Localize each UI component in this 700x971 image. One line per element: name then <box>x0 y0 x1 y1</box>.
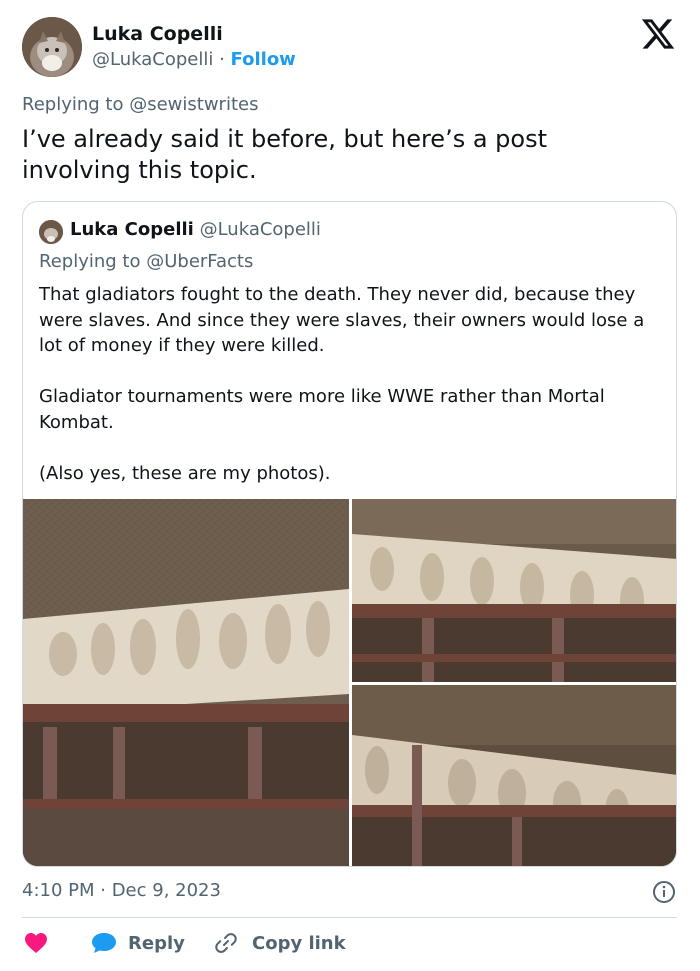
follow-button[interactable]: Follow <box>231 49 296 70</box>
tweet-text: I’ve already said it before, but here’s … <box>22 125 547 184</box>
quote-author-avatar <box>39 220 63 244</box>
reply-label: Reply <box>128 932 185 954</box>
quote-replying-mention: @UberFacts <box>146 251 254 272</box>
separator-dot: · <box>219 49 225 70</box>
quote-paragraph: Gladiator tournaments were more like WWE… <box>39 386 605 433</box>
like-button[interactable] <box>24 930 48 956</box>
tweet-embed: Luka Copelli @LukaCopelli · Follow Reply… <box>0 0 700 971</box>
link-icon <box>215 933 237 953</box>
tweet-timestamp[interactable]: 4:10 PM · Dec 9, 2023 <box>22 879 221 903</box>
replying-to: Replying to @sewistwrites <box>22 93 258 117</box>
copy-link-label: Copy link <box>252 932 346 954</box>
relief-photo-3[interactable] <box>352 685 676 866</box>
quote-author-handle: @LukaCopelli <box>199 219 321 240</box>
replying-mention[interactable]: @sewistwrites <box>129 94 258 115</box>
replying-prefix: Replying to <box>22 94 124 115</box>
quoted-tweet-card[interactable]: Luka Copelli @LukaCopelli Replying to @U… <box>22 201 677 867</box>
author-handle-line: @LukaCopelli · Follow <box>92 48 296 72</box>
footer-divider <box>22 917 677 918</box>
action-bar: Reply Copy link <box>22 930 677 956</box>
quote-text: That gladiators fought to the death. The… <box>39 282 659 512</box>
x-logo-icon[interactable] <box>640 16 676 52</box>
quote-paragraph: That gladiators fought to the death. The… <box>39 284 645 356</box>
quote-paragraph: (Also yes, these are my photos). <box>39 462 331 484</box>
reply-button[interactable]: Reply <box>90 930 185 956</box>
speech-bubble-icon <box>92 933 116 953</box>
copy-link-button[interactable]: Copy link <box>214 930 346 956</box>
quote-author-name: Luka Copelli <box>70 219 194 240</box>
relief-photo-1[interactable] <box>23 499 349 866</box>
info-icon[interactable] <box>652 880 676 904</box>
photo-grid <box>23 499 676 866</box>
quote-author-line: Luka Copelli @LukaCopelli <box>70 218 321 242</box>
author-handle[interactable]: @LukaCopelli <box>92 49 213 70</box>
author-avatar[interactable] <box>22 17 82 77</box>
quote-replying-prefix: Replying to <box>39 251 141 272</box>
author-name[interactable]: Luka Copelli <box>92 22 223 46</box>
heart-icon <box>25 933 47 953</box>
relief-photo-2[interactable] <box>352 499 676 682</box>
quote-replying-to: Replying to @UberFacts <box>39 250 253 274</box>
